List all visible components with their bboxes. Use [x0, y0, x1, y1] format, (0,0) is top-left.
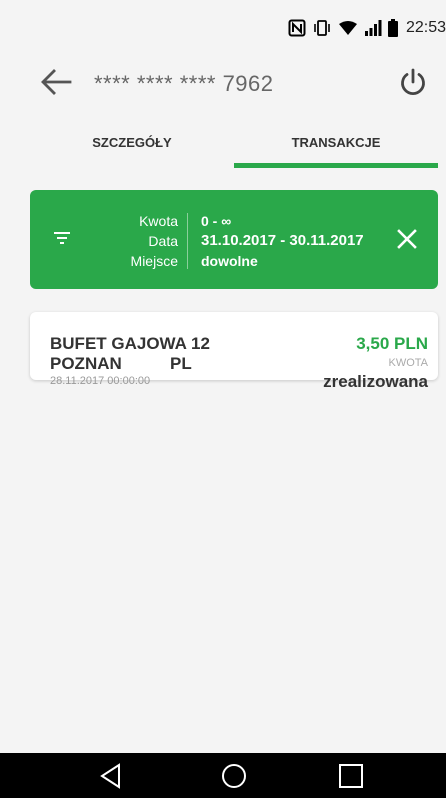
- filter-labels: Kwota Data Miejsce: [102, 211, 178, 271]
- filter-label-place: Miejsce: [130, 253, 178, 269]
- back-button[interactable]: [36, 62, 76, 102]
- nfc-icon: [288, 19, 306, 37]
- home-icon: [222, 764, 246, 788]
- recents-icon: [339, 764, 363, 788]
- status-icons: 22:53: [288, 16, 446, 40]
- power-button[interactable]: [393, 62, 433, 102]
- filter-summary[interactable]: Kwota Data Miejsce 0 - ∞ 31.10.2017 - 30…: [30, 190, 438, 289]
- arrow-left-icon: [41, 69, 72, 95]
- app-bar: **** **** **** 7962: [0, 48, 446, 116]
- navigation-bar: [0, 753, 446, 798]
- status-bar: 22:53: [0, 0, 446, 48]
- back-icon: [100, 763, 120, 789]
- filter-label-date: Data: [148, 233, 178, 249]
- tab-active-indicator: [234, 163, 438, 168]
- tab-details[interactable]: SZCZEGÓŁY: [30, 122, 234, 172]
- signal-icon: [364, 19, 382, 37]
- nav-recents-button[interactable]: [335, 760, 367, 792]
- transaction-card[interactable]: BUFET GAJOWA 12 POZNAN PL 28.11.2017 00:…: [30, 312, 438, 391]
- filter-values: 0 - ∞ 31.10.2017 - 30.11.2017 dowolne: [201, 211, 364, 271]
- battery-icon: [387, 19, 398, 37]
- transaction-status: zrealizowana: [323, 372, 428, 391]
- card-number: **** **** **** 7962: [94, 71, 274, 96]
- nav-back-button[interactable]: [95, 760, 127, 792]
- filter-label-amount: Kwota: [139, 213, 178, 229]
- status-time: 22:53: [405, 19, 446, 36]
- transaction-country: PL: [170, 354, 192, 373]
- filter-value-place: dowolne: [201, 253, 258, 269]
- vibrate-icon: [312, 19, 332, 37]
- filter-icon[interactable]: [50, 226, 74, 250]
- power-icon: [401, 68, 425, 96]
- transaction-amount-label: KWOTA: [388, 357, 428, 369]
- transaction-merchant: BUFET GAJOWA 12: [50, 334, 210, 353]
- filter-value-amount: 0 - ∞: [201, 213, 232, 229]
- transaction-city: POZNAN: [50, 354, 122, 373]
- wifi-icon: [338, 19, 358, 37]
- filter-value-date: 31.10.2017 - 30.11.2017: [201, 232, 364, 249]
- transaction-date: 28.11.2017 00:00:00: [50, 375, 151, 387]
- filter-divider: [187, 213, 188, 269]
- nav-home-button[interactable]: [218, 760, 250, 792]
- close-icon[interactable]: [394, 226, 420, 252]
- transaction-amount: 3,50 PLN: [356, 334, 428, 353]
